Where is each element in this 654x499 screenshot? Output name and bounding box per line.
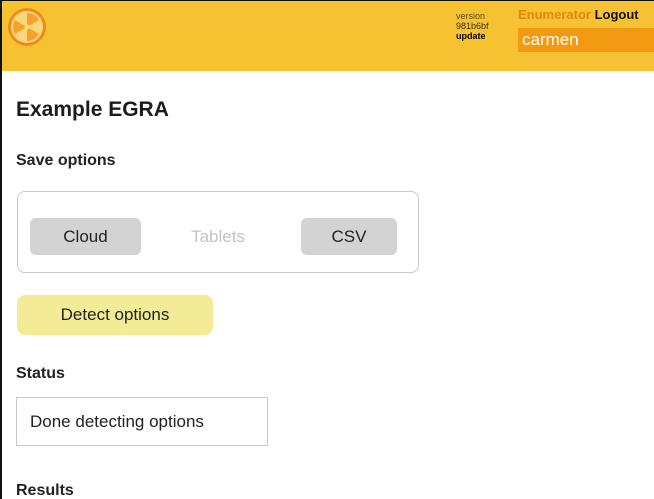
- user-area: Enumerator Logout carmen: [518, 7, 654, 52]
- csv-option-button[interactable]: CSV: [301, 218, 397, 255]
- logout-link[interactable]: Logout: [595, 7, 639, 22]
- update-link[interactable]: update: [456, 31, 489, 41]
- version-info: version 981b6bf update: [456, 11, 489, 41]
- version-hash: 981b6bf: [456, 21, 489, 31]
- top-bar: version 981b6bf update Enumerator Logout…: [2, 1, 654, 71]
- version-label: version: [456, 11, 486, 21]
- page-title: Example EGRA: [16, 98, 169, 121]
- detect-options-button[interactable]: Detect options: [17, 295, 213, 335]
- cloud-option-button[interactable]: Cloud: [30, 218, 141, 255]
- app-frame: version 981b6bf update Enumerator Logout…: [0, 0, 654, 499]
- status-label: Status: [16, 365, 65, 382]
- status-display: Done detecting options: [16, 397, 268, 446]
- user-name[interactable]: carmen: [518, 28, 654, 52]
- orange-slice-icon[interactable]: [7, 7, 47, 47]
- enumerator-row: Enumerator Logout: [518, 7, 654, 23]
- tablets-option-button: Tablets: [191, 227, 245, 246]
- enumerator-label: Enumerator: [518, 7, 591, 22]
- save-options-group: Cloud Tablets CSV: [17, 191, 419, 273]
- save-options-label: Save options: [16, 152, 116, 169]
- results-label: Results: [16, 482, 74, 499]
